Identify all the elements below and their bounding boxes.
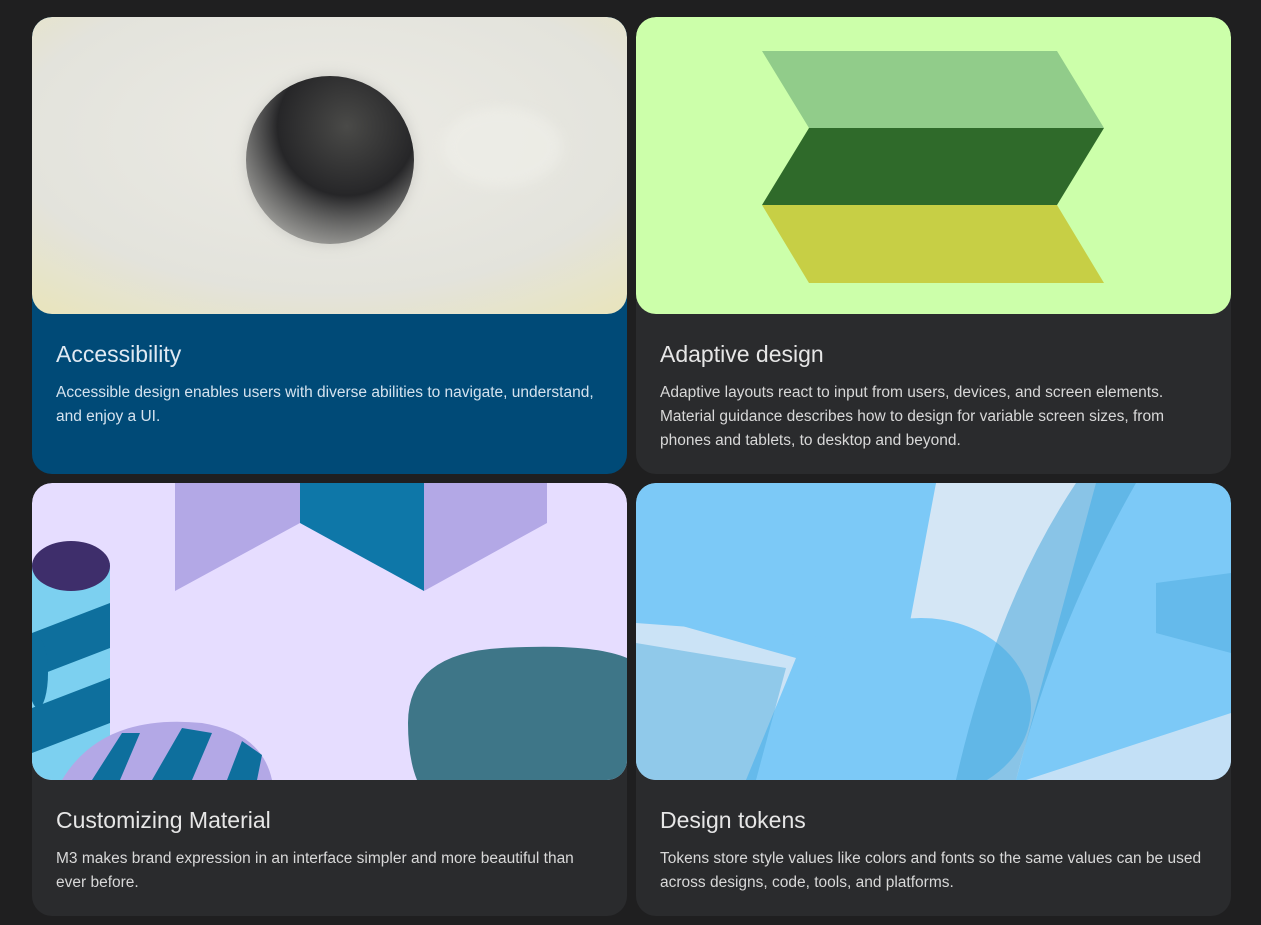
blue-strokes-illustration: [636, 483, 1231, 780]
card-description: Adaptive layouts react to input from use…: [660, 384, 1164, 449]
sphere-illustration: [32, 17, 627, 314]
card-customizing-material[interactable]: Customizing Material M3 makes brand expr…: [32, 483, 627, 916]
card-description: Tokens store style values like colors an…: [660, 850, 1202, 891]
card-title: Customizing Material: [56, 807, 271, 833]
card-description: M3 makes brand expression in an interfac…: [56, 850, 574, 891]
card-title: Design tokens: [660, 807, 806, 833]
card-title: Adaptive design: [660, 341, 824, 367]
zigzag-stripes-illustration: [636, 17, 1231, 314]
card-design-tokens[interactable]: Design tokens Tokens store style values …: [636, 483, 1231, 916]
card-description: Accessible design enables users with div…: [56, 384, 594, 425]
topics-grid: Accessibility Accessible design enables …: [0, 0, 1261, 925]
card-title: Accessibility: [56, 341, 182, 367]
geometric-shapes-illustration: [32, 483, 627, 780]
card-adaptive-design[interactable]: Adaptive design Adaptive layouts react t…: [636, 17, 1231, 474]
card-accessibility[interactable]: Accessibility Accessible design enables …: [32, 17, 627, 474]
